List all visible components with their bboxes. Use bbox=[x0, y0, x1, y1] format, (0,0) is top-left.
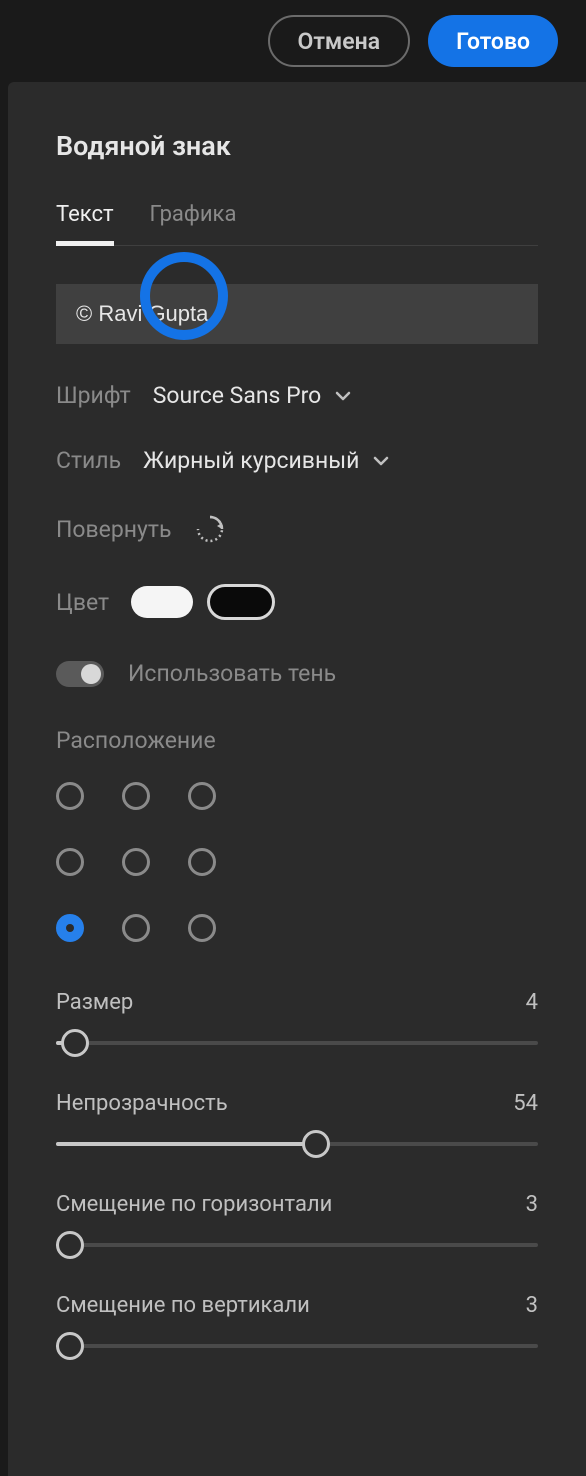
position-top-center[interactable] bbox=[122, 782, 150, 810]
slider-offsetx-track[interactable] bbox=[56, 1231, 538, 1259]
panel-title: Водяной знак bbox=[56, 130, 538, 162]
chevron-down-icon bbox=[335, 388, 351, 404]
position-label: Расположение bbox=[56, 727, 538, 754]
shadow-toggle[interactable] bbox=[56, 661, 104, 687]
color-swatches bbox=[131, 584, 275, 620]
slider-offsetx-label: Смещение по горизонтали bbox=[56, 1192, 332, 1217]
slider-size-track[interactable] bbox=[56, 1029, 538, 1057]
style-label: Стиль bbox=[56, 447, 121, 474]
shadow-label: Использовать тень bbox=[128, 660, 336, 687]
done-button[interactable]: Готово bbox=[428, 15, 558, 67]
font-label: Шрифт bbox=[56, 382, 131, 409]
font-value: Source Sans Pro bbox=[153, 382, 322, 409]
slider-offsety-thumb[interactable] bbox=[56, 1332, 84, 1360]
font-dropdown[interactable]: Source Sans Pro bbox=[153, 382, 352, 409]
tabs: Текст Графика bbox=[56, 202, 538, 246]
slider-offsety: Смещение по вертикали 3 bbox=[56, 1293, 538, 1360]
position-bottom-right[interactable] bbox=[188, 914, 216, 942]
position-middle-center[interactable] bbox=[122, 848, 150, 876]
top-toolbar: Отмена Готово bbox=[0, 0, 586, 82]
position-top-right[interactable] bbox=[188, 782, 216, 810]
slider-opacity: Непрозрачность 54 bbox=[56, 1091, 538, 1158]
slider-size-thumb[interactable] bbox=[61, 1029, 89, 1057]
slider-opacity-value: 54 bbox=[513, 1091, 538, 1116]
slider-offsetx: Смещение по горизонтали 3 bbox=[56, 1192, 538, 1259]
slider-opacity-track[interactable] bbox=[56, 1130, 538, 1158]
chevron-down-icon bbox=[373, 453, 389, 469]
position-bottom-center[interactable] bbox=[122, 914, 150, 942]
rotate-label: Повернуть bbox=[56, 516, 171, 543]
slider-size: Размер 4 bbox=[56, 990, 538, 1057]
position-bottom-left[interactable] bbox=[56, 914, 84, 942]
rotate-icon[interactable] bbox=[193, 512, 227, 546]
position-grid bbox=[56, 782, 538, 944]
color-swatch-white[interactable] bbox=[131, 586, 193, 618]
font-row: Шрифт Source Sans Pro bbox=[56, 382, 538, 409]
slider-size-value: 4 bbox=[526, 990, 538, 1015]
shadow-row: Использовать тень bbox=[56, 660, 538, 687]
style-dropdown[interactable]: Жирный курсивный bbox=[143, 447, 389, 474]
slider-offsety-label: Смещение по вертикали bbox=[56, 1293, 310, 1318]
watermark-text-input[interactable] bbox=[56, 284, 538, 344]
watermark-panel: Водяной знак Текст Графика Шрифт Source … bbox=[8, 82, 586, 1476]
style-value: Жирный курсивный bbox=[143, 447, 359, 474]
slider-size-label: Размер bbox=[56, 990, 133, 1015]
position-top-left[interactable] bbox=[56, 782, 84, 810]
tab-graphics[interactable]: Графика bbox=[150, 202, 237, 245]
tab-text[interactable]: Текст bbox=[56, 202, 114, 245]
slider-offsetx-thumb[interactable] bbox=[56, 1231, 84, 1259]
slider-offsetx-value: 3 bbox=[526, 1192, 538, 1217]
slider-offsety-track[interactable] bbox=[56, 1332, 538, 1360]
sliders-section: Размер 4 Непрозрачность 54 Смещение bbox=[56, 990, 538, 1360]
cancel-button[interactable]: Отмена bbox=[268, 15, 411, 67]
color-row: Цвет bbox=[56, 584, 538, 620]
slider-offsety-value: 3 bbox=[526, 1293, 538, 1318]
position-middle-left[interactable] bbox=[56, 848, 84, 876]
slider-opacity-thumb[interactable] bbox=[302, 1130, 330, 1158]
rotate-row: Повернуть bbox=[56, 512, 538, 546]
slider-opacity-label: Непрозрачность bbox=[56, 1091, 228, 1116]
color-swatch-black[interactable] bbox=[207, 584, 275, 620]
style-row: Стиль Жирный курсивный bbox=[56, 447, 538, 474]
color-label: Цвет bbox=[56, 589, 109, 616]
position-middle-right[interactable] bbox=[188, 848, 216, 876]
